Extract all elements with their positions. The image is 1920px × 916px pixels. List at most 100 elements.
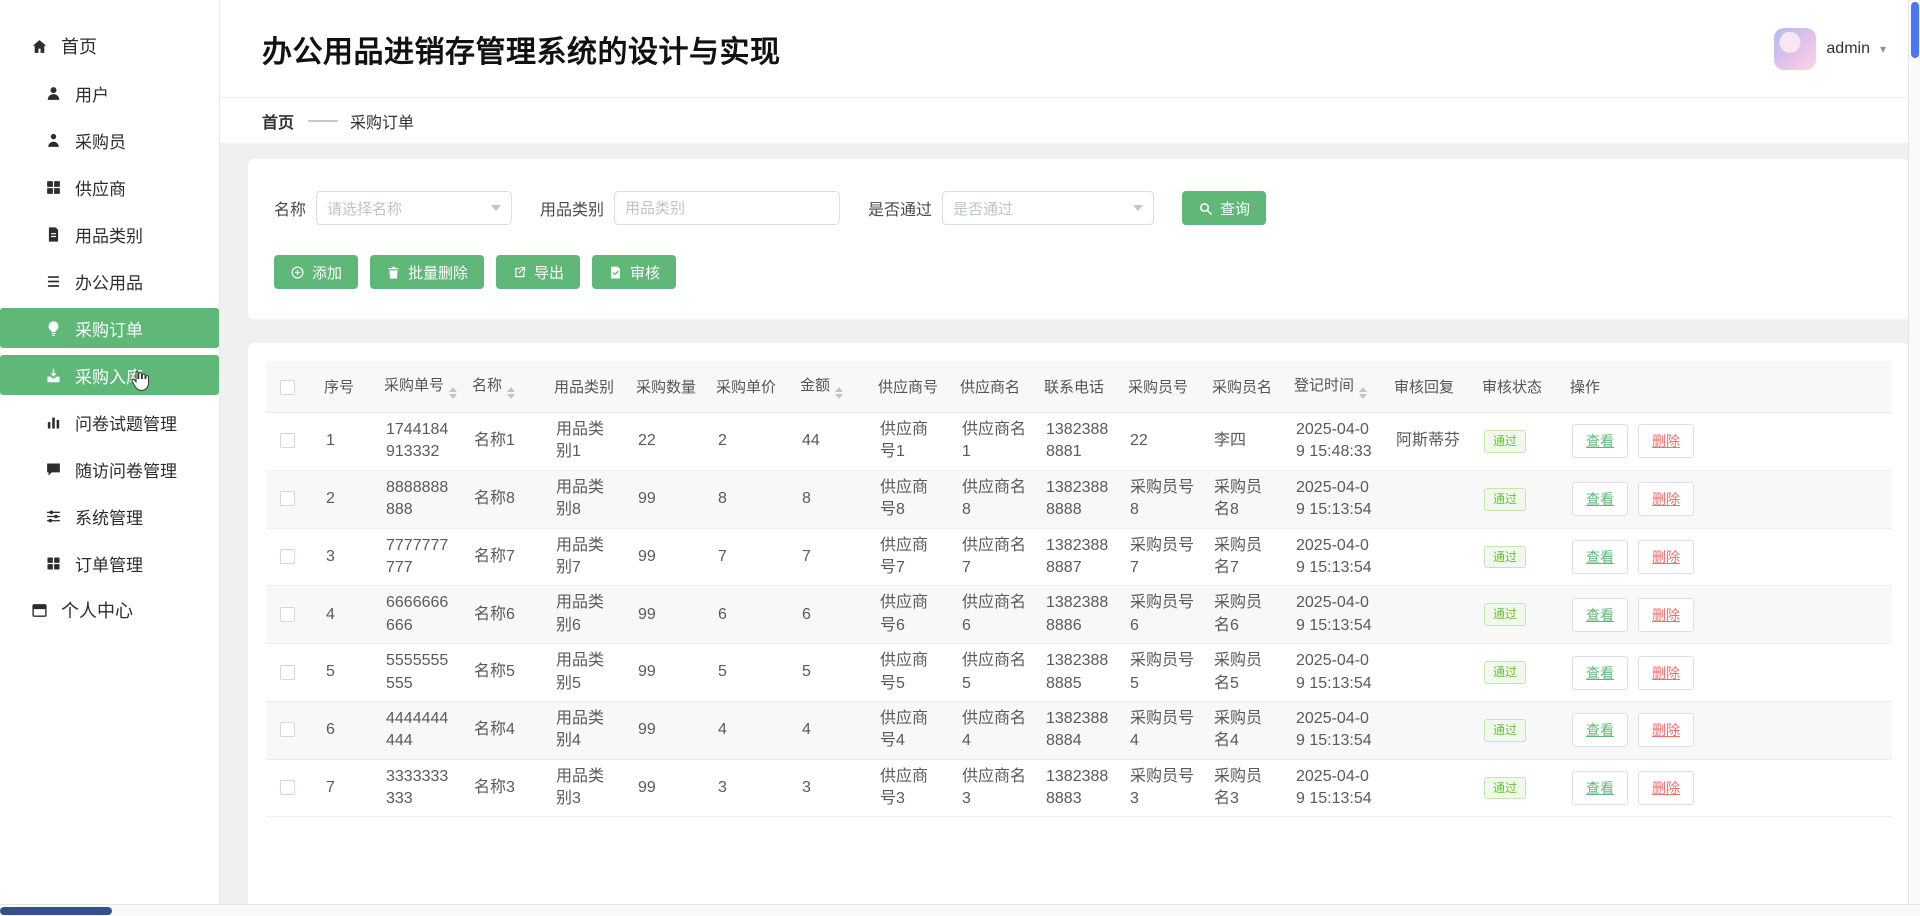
cell-register-time: 2025-04-09 15:13:54 [1286, 644, 1386, 702]
sidebar-item-supply-categories[interactable]: 用品类别 [0, 214, 219, 254]
action-buttons: 添加批量删除导出审核 [274, 255, 1884, 289]
cell-index: 6 [316, 701, 376, 759]
grid-icon [44, 554, 63, 573]
column-header-name[interactable]: 名称 [464, 361, 546, 413]
delete-button[interactable]: 删除 [1638, 713, 1694, 747]
pass-select[interactable]: 是否通过 [942, 191, 1154, 225]
horizontal-scrollbar[interactable] [0, 904, 1920, 916]
delete-button[interactable]: 删除 [1638, 771, 1694, 805]
sidebar-menu: 首页用户采购员供应商用品类别办公用品采购订单采购入库问卷试题管理随访问卷管理系统… [0, 26, 219, 630]
name-filter-label: 名称 [274, 196, 306, 220]
view-button[interactable]: 查看 [1572, 540, 1628, 574]
row-checkbox[interactable] [280, 722, 295, 737]
batch-delete-button[interactable]: 批量删除 [370, 255, 484, 289]
delete-button[interactable]: 删除 [1638, 424, 1694, 458]
category-filter-label: 用品类别 [540, 196, 604, 220]
row-checkbox[interactable] [280, 607, 295, 622]
view-button[interactable]: 查看 [1572, 713, 1628, 747]
cell-supplier-name: 供应商名4 [952, 701, 1036, 759]
sidebar-item-system[interactable]: 系统管理 [0, 496, 219, 536]
export-icon [512, 265, 527, 280]
breadcrumb-separator: —— [308, 112, 336, 130]
sidebar-item-followup-questionnaires[interactable]: 随访问卷管理 [0, 449, 219, 489]
column-header-amount[interactable]: 金额 [792, 361, 870, 413]
cell-audit-status: 通过 [1474, 586, 1562, 644]
vertical-scrollbar[interactable] [1908, 0, 1920, 904]
cell-amount: 3 [792, 759, 870, 817]
delete-button[interactable]: 删除 [1638, 656, 1694, 690]
supplies-icon [44, 272, 63, 291]
delete-button[interactable]: 删除 [1638, 598, 1694, 632]
row-checkbox[interactable] [280, 665, 295, 680]
status-badge: 通过 [1484, 430, 1526, 453]
row-checkbox[interactable] [280, 433, 295, 448]
sidebar-item-profile[interactable]: 个人中心 [0, 590, 219, 630]
cell-amount: 8 [792, 470, 870, 528]
delete-button[interactable]: 删除 [1638, 482, 1694, 516]
cell-category: 用品类别6 [546, 586, 628, 644]
horizontal-scrollbar-thumb[interactable] [0, 907, 112, 915]
cell-phone: 13823888881 [1036, 413, 1120, 471]
filter-card: 名称 请选择名称 用品类别 是否通过 是否通过 [248, 159, 1910, 319]
table-body: 11744184913332名称1用品类别122244供应商号1供应商名1138… [266, 413, 1892, 817]
cell-index: 1 [316, 413, 376, 471]
select-all-checkbox[interactable] [280, 380, 295, 395]
header-row: 序号采购单号名称用品类别采购数量采购单价金额供应商号供应商名联系电话采购员号采购… [266, 361, 1892, 413]
export-button[interactable]: 导出 [496, 255, 580, 289]
sidebar-item-office-supplies[interactable]: 办公用品 [0, 261, 219, 301]
cell-purchaser-name: 采购员名6 [1204, 586, 1286, 644]
cell-audit-status: 通过 [1474, 413, 1562, 471]
cell-phone: 13823888887 [1036, 528, 1120, 586]
user-menu[interactable]: admin ▾ [1774, 28, 1886, 70]
status-badge: 通过 [1484, 661, 1526, 684]
row-checkbox[interactable] [280, 491, 295, 506]
name-select[interactable]: 请选择名称 [316, 191, 512, 225]
cell-category: 用品类别3 [546, 759, 628, 817]
category-filter-group: 用品类别 [540, 191, 840, 225]
sidebar-item-home[interactable]: 首页 [0, 26, 219, 66]
column-header-purchase-order-no[interactable]: 采购单号 [376, 361, 464, 413]
breadcrumb-home[interactable]: 首页 [262, 109, 294, 133]
sidebar-item-questionnaire-questions[interactable]: 问卷试题管理 [0, 402, 219, 442]
view-button[interactable]: 查看 [1572, 424, 1628, 458]
name-filter-group: 名称 请选择名称 [274, 191, 512, 225]
add-button[interactable]: 添加 [274, 255, 358, 289]
sidebar-item-purchasers[interactable]: 采购员 [0, 120, 219, 160]
cell-audit-reply: 阿斯蒂芬 [1386, 413, 1474, 471]
search-button[interactable]: 查询 [1182, 191, 1266, 225]
sidebar-item-users[interactable]: 用户 [0, 73, 219, 113]
audit-button[interactable]: 审核 [592, 255, 676, 289]
cell-supplier-name: 供应商名5 [952, 644, 1036, 702]
column-header-select [266, 361, 316, 413]
cell-category: 用品类别8 [546, 470, 628, 528]
column-header-register-time[interactable]: 登记时间 [1286, 361, 1386, 413]
sidebar-item-label: 采购入库 [75, 363, 143, 388]
sidebar-item-suppliers[interactable]: 供应商 [0, 167, 219, 207]
cell-purchaser-no: 采购员号8 [1120, 470, 1204, 528]
category-input[interactable] [614, 191, 840, 225]
cell-supplier-name: 供应商名6 [952, 586, 1036, 644]
status-badge: 通过 [1484, 546, 1526, 569]
cell-purchase-order-no: 8888888888 [376, 470, 464, 528]
trash-icon [386, 265, 401, 280]
cell-name: 名称5 [464, 644, 546, 702]
breadcrumb-current: 采购订单 [350, 109, 414, 133]
vertical-scrollbar-thumb[interactable] [1911, 2, 1919, 58]
delete-button[interactable]: 删除 [1638, 540, 1694, 574]
view-button[interactable]: 查看 [1572, 598, 1628, 632]
row-checkbox[interactable] [280, 780, 295, 795]
cell-purchaser-name: 采购员名8 [1204, 470, 1286, 528]
status-badge: 通过 [1484, 488, 1526, 511]
sort-icons [835, 387, 843, 399]
cell-name: 名称4 [464, 701, 546, 759]
cell-supplier-no: 供应商号6 [870, 586, 952, 644]
view-button[interactable]: 查看 [1572, 771, 1628, 805]
sidebar-item-purchase-inbound[interactable]: 采购入库 [0, 355, 219, 395]
sidebar-item-purchase-orders[interactable]: 采购订单 [0, 308, 219, 348]
view-button[interactable]: 查看 [1572, 482, 1628, 516]
cell-audit-reply [1386, 644, 1474, 702]
view-button[interactable]: 查看 [1572, 656, 1628, 690]
row-checkbox[interactable] [280, 549, 295, 564]
sidebar-item-orders[interactable]: 订单管理 [0, 543, 219, 583]
pass-filter-label: 是否通过 [868, 196, 932, 220]
